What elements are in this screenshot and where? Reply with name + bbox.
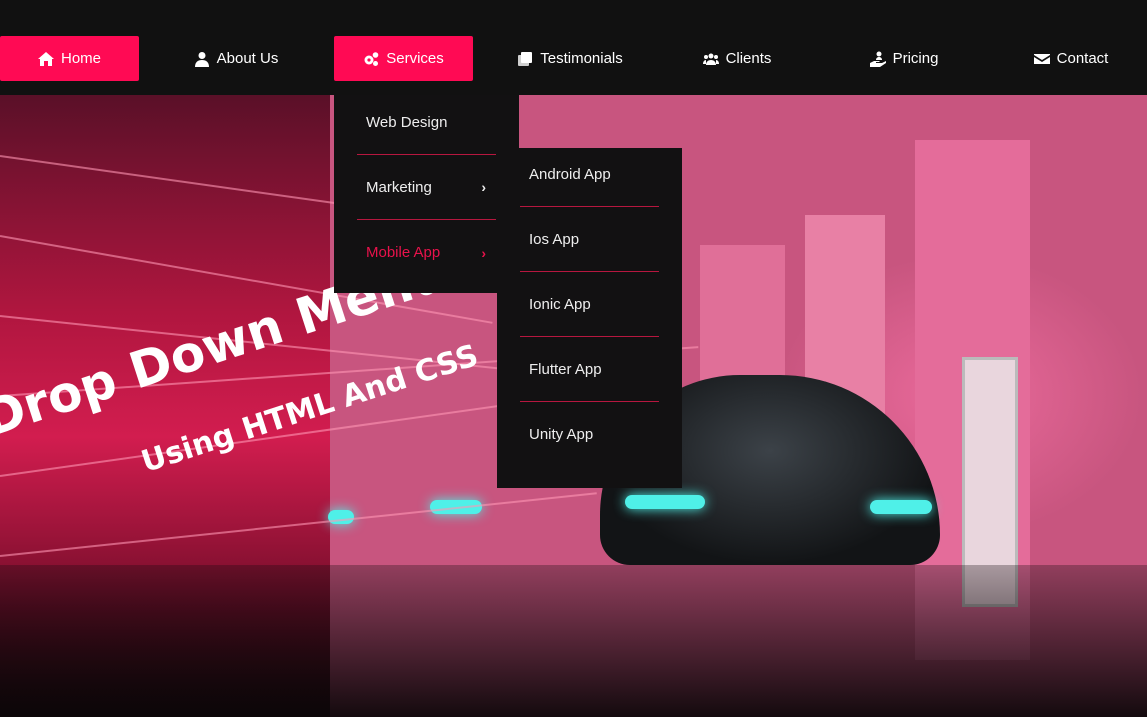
menu-item-label: Unity App	[529, 426, 594, 443]
nav-label: Contact	[1056, 50, 1109, 67]
menu-item-label: Flutter App	[529, 360, 602, 378]
menu-item-web-design[interactable]: Web Design	[357, 90, 496, 155]
menu-item-label: Mobile App	[366, 244, 441, 261]
cogs-icon	[364, 51, 379, 66]
home-icon	[37, 51, 54, 66]
submenu-item-ios-app[interactable]: Ios App	[520, 207, 659, 272]
nav-pricing[interactable]: Pricing	[858, 36, 950, 81]
hand-holding-user-icon	[869, 51, 886, 67]
users-icon	[702, 53, 719, 65]
envelope-icon	[1033, 53, 1050, 64]
nav-label: Home	[60, 50, 101, 67]
nav-about-us[interactable]: About Us	[180, 36, 292, 81]
submenu-item-unity-app[interactable]: Unity App	[520, 402, 659, 467]
nav-label: Pricing	[892, 50, 939, 67]
nav-services[interactable]: Services	[334, 36, 473, 81]
main-nav: Home About Us Services Testimonials Clie…	[0, 0, 1147, 95]
user-icon	[194, 51, 209, 67]
menu-item-label: Ios App	[529, 230, 580, 248]
nav-label: Services	[386, 50, 444, 67]
nav-label: About Us	[216, 50, 279, 67]
nav-label: Testimonials	[540, 50, 623, 67]
menu-item-label: Android App	[529, 165, 611, 183]
submenu-item-flutter-app[interactable]: Flutter App	[520, 337, 659, 402]
menu-item-label: Web Design	[366, 113, 448, 131]
menu-item-mobile-app[interactable]: Mobile App ›	[357, 220, 496, 285]
nav-contact[interactable]: Contact	[1026, 36, 1116, 81]
mobile-app-submenu: Android App Ios App Ionic App Flutter Ap…	[497, 148, 682, 488]
submenu-item-ionic-app[interactable]: Ionic App	[520, 272, 659, 337]
chevron-right-icon: ›	[481, 179, 486, 195]
nav-clients[interactable]: Clients	[692, 36, 782, 81]
nav-testimonials[interactable]: Testimonials	[508, 36, 632, 81]
chevron-right-icon: ›	[481, 244, 486, 261]
menu-item-marketing[interactable]: Marketing ›	[357, 155, 496, 220]
menu-item-label: Ionic App	[529, 295, 591, 313]
submenu-item-android-app[interactable]: Android App	[520, 142, 659, 207]
menu-item-label: Marketing	[366, 178, 432, 196]
nav-home[interactable]: Home	[0, 36, 139, 81]
nav-label: Clients	[725, 50, 772, 67]
clone-icon	[518, 51, 533, 66]
services-dropdown: Web Design Marketing › Mobile App ›	[334, 95, 519, 293]
